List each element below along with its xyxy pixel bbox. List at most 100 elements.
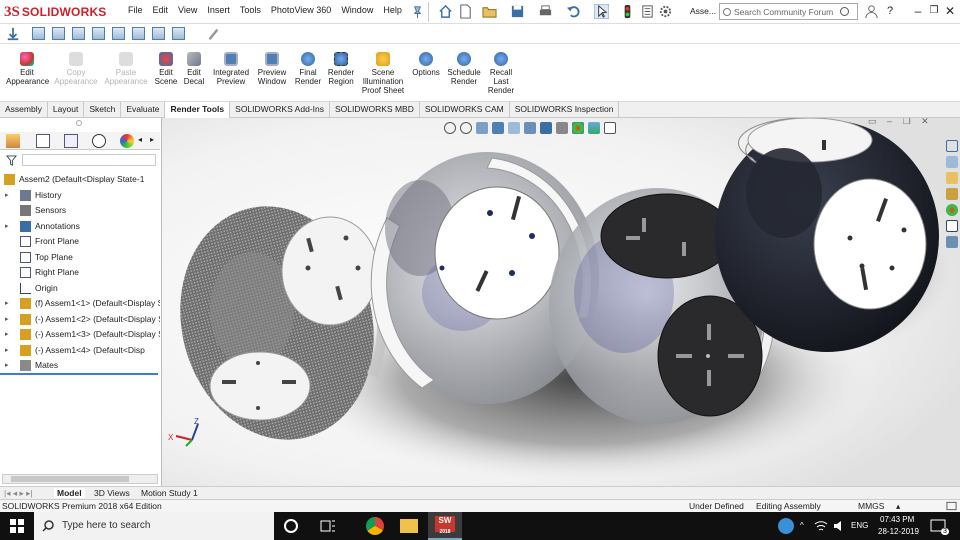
expand-arrow-icon[interactable]: ▸ (5, 315, 9, 323)
search-community-input[interactable]: Search Community Forum (719, 3, 858, 20)
view-cube-icon-5[interactable] (112, 27, 125, 40)
view-settings-icon[interactable] (604, 122, 616, 134)
menu-file[interactable]: File (128, 5, 143, 15)
edit-appearance-view-icon[interactable] (572, 122, 584, 134)
file-explorer-icon[interactable] (946, 172, 958, 184)
tab-sketch[interactable]: Sketch (84, 102, 122, 118)
menu-help[interactable]: Help (383, 5, 402, 15)
new-document-icon[interactable] (458, 4, 473, 19)
tab-solidworks-inspection[interactable]: SOLIDWORKS Inspection (510, 102, 620, 118)
view-cube-icon-7[interactable] (152, 27, 165, 40)
filter-input[interactable] (22, 154, 156, 166)
view-cube-icon-3[interactable] (72, 27, 85, 40)
previous-view-icon[interactable] (476, 122, 488, 134)
view-orientation-icon[interactable] (524, 122, 536, 134)
display-style-icon[interactable] (540, 122, 552, 134)
search-icon[interactable] (840, 7, 849, 16)
units-dropdown-icon[interactable]: ▴ (896, 501, 900, 512)
zoom-to-area-icon[interactable] (460, 122, 472, 134)
volume-icon[interactable] (832, 519, 846, 533)
forum-icon[interactable] (946, 236, 958, 248)
expand-arrow-icon[interactable]: ▸ (5, 361, 9, 369)
menu-photoview[interactable]: PhotoView 360 (271, 5, 331, 15)
tree-item[interactable]: Assem2 (Default<Display State-1 (0, 172, 160, 187)
viewport-restore-icon[interactable]: ❐ (903, 118, 911, 126)
configuration-manager-tab-icon[interactable] (64, 134, 78, 148)
tab-layout[interactable]: Layout (48, 102, 85, 118)
tab-3d-views[interactable]: 3D Views (94, 488, 130, 498)
save-icon[interactable] (510, 4, 525, 19)
menu-tools[interactable]: Tools (240, 5, 261, 15)
options-gear-icon[interactable] (658, 4, 673, 19)
dynamic-annotation-icon[interactable] (508, 122, 520, 134)
edit-decal-button[interactable]: Edit Decal (182, 52, 206, 86)
home-icon[interactable] (438, 4, 453, 19)
edit-scene-button[interactable]: Edit Scene (152, 52, 180, 86)
display-manager-tab-icon[interactable] (120, 134, 134, 148)
tree-item[interactable]: Right Plane (0, 265, 160, 280)
appearances-scenes-icon[interactable] (946, 204, 958, 216)
menu-insert[interactable]: Insert (207, 5, 230, 15)
final-render-button[interactable]: Final Render (294, 52, 322, 86)
tree-item[interactable]: ▸ History (0, 188, 160, 203)
unit-system-selector[interactable]: MMGS (858, 501, 884, 511)
traffic-light-icon[interactable] (620, 4, 635, 19)
chrome-icon[interactable] (366, 517, 384, 535)
tree-item[interactable]: Front Plane (0, 234, 160, 249)
property-manager-tab-icon[interactable] (36, 134, 50, 148)
expand-arrow-icon[interactable]: ▸ (5, 330, 9, 338)
language-indicator[interactable]: ENG (851, 521, 868, 530)
tab-solidworks-mbd[interactable]: SOLIDWORKS MBD (330, 102, 420, 118)
tree-filter[interactable] (0, 152, 160, 168)
schedule-render-button[interactable]: Schedule Render (446, 52, 482, 86)
graphics-viewport[interactable]: Z X ▭ – ❐ ✕ (162, 118, 960, 486)
help-assistant-tray-icon[interactable] (778, 518, 794, 534)
tree-item[interactable]: Sensors (0, 203, 160, 218)
view-cube-icon-1[interactable] (32, 27, 45, 40)
tab-scroll-right-icon[interactable]: ▸ (150, 135, 154, 144)
viewport-expand-icon[interactable]: ▭ (868, 118, 877, 126)
tab-assembly[interactable]: Assembly (0, 102, 48, 118)
expand-arrow-icon[interactable]: ▸ (5, 222, 9, 230)
options-button[interactable]: Options (410, 52, 442, 77)
file-properties-icon[interactable] (640, 4, 655, 19)
close-window-button[interactable]: ✕ (942, 3, 958, 19)
edit-appearance-button[interactable]: Edit Appearance (6, 52, 49, 86)
tree-item[interactable]: ▸ (-) Assem1<2> (Default<Display S (0, 312, 160, 327)
zoom-to-fit-icon[interactable] (444, 122, 456, 134)
select-arrow-icon[interactable] (594, 4, 609, 19)
panel-grip-icon[interactable] (76, 120, 82, 126)
expand-arrow-icon[interactable]: ▸ (5, 191, 9, 199)
tab-motion-study-1[interactable]: Motion Study 1 (141, 488, 198, 498)
taskbar-search-box[interactable]: Type here to search (34, 512, 274, 540)
undo-icon[interactable] (566, 4, 581, 19)
solidworks-resources-icon[interactable] (946, 140, 958, 152)
tree-item[interactable]: ▸ (f) Assem1<1> (Default<Display S (0, 296, 160, 311)
tree-item[interactable]: ▸ Annotations (0, 219, 160, 234)
tab-nav-first-icon[interactable]: |◂ ◂ ▸ ▸| (4, 488, 33, 499)
clock-time[interactable]: 07:43 PM (880, 515, 914, 524)
cortana-icon[interactable] (284, 519, 298, 533)
view-cube-icon-6[interactable] (132, 27, 145, 40)
status-message-icon[interactable] (946, 501, 957, 511)
menu-window[interactable]: Window (341, 5, 373, 15)
render-region-button[interactable]: Render Region (326, 52, 356, 86)
menu-edit[interactable]: Edit (153, 5, 169, 15)
expand-arrow-icon[interactable]: ▸ (5, 346, 9, 354)
view-cube-icon-2[interactable] (52, 27, 65, 40)
user-icon[interactable] (864, 4, 879, 19)
windows-start-icon[interactable] (10, 519, 24, 533)
restore-button[interactable]: ❐ (926, 3, 942, 19)
custom-properties-icon[interactable] (946, 220, 958, 232)
tree-item[interactable]: Top Plane (0, 250, 160, 265)
design-library-icon[interactable] (946, 156, 958, 168)
solidworks-logo[interactable]: 3S SOLIDWORKS (4, 3, 107, 21)
solidworks-taskbar-button[interactable]: SW 2018 (428, 512, 462, 540)
pin-icon[interactable] (410, 4, 425, 19)
preview-window-button[interactable]: Preview Window (256, 52, 288, 86)
viewport-minimize-icon[interactable]: – (887, 118, 892, 126)
show-hidden-icons[interactable]: ^ (800, 521, 804, 530)
recall-last-render-button[interactable]: Recall Last Render (486, 52, 516, 95)
file-explorer-taskbar-icon[interactable] (400, 519, 418, 533)
scene-illumination-proof-sheet-button[interactable]: Scene Illumination Proof Sheet (360, 52, 406, 95)
